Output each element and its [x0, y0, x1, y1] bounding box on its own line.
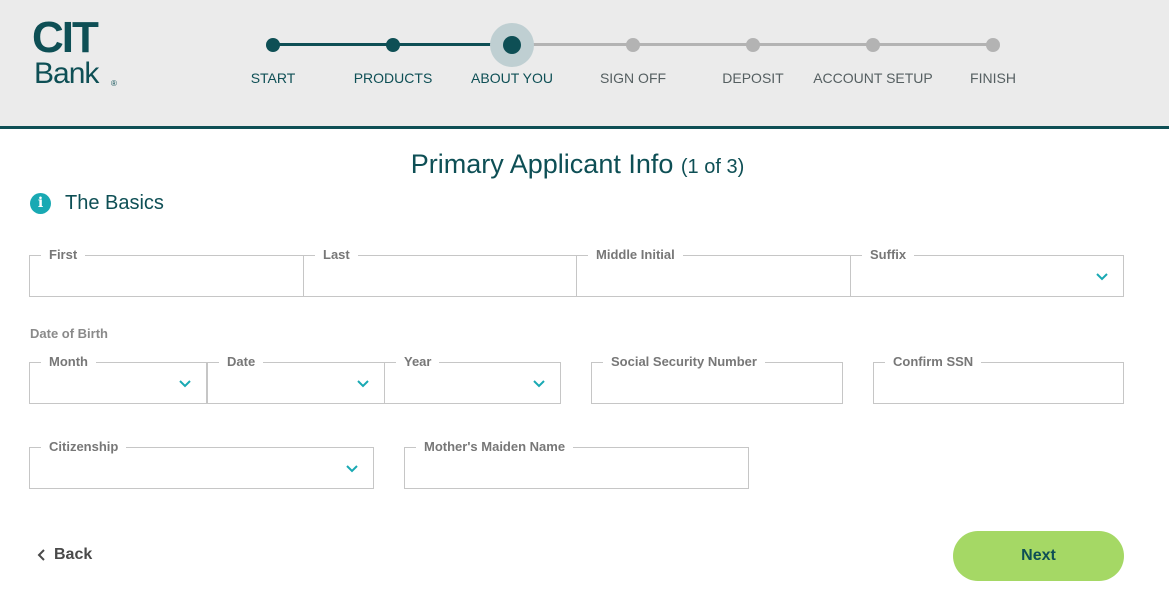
- step-dot: [746, 38, 760, 52]
- first-name-label: First: [41, 247, 86, 263]
- birth-month-select[interactable]: Month: [29, 354, 207, 404]
- step-label: START: [250, 70, 296, 86]
- middle-initial-field[interactable]: Middle Initial: [576, 247, 851, 297]
- back-button[interactable]: Back: [36, 545, 92, 565]
- step-deposit: DEPOSIT: [683, 0, 823, 100]
- step-about-you: ABOUT YOU: [442, 0, 582, 100]
- first-name-field[interactable]: First: [29, 247, 304, 297]
- mothers-maiden-name-label: Mother's Maiden Name: [416, 439, 574, 455]
- step-dot: [626, 38, 640, 52]
- chevron-down-icon[interactable]: [355, 376, 371, 392]
- middle-initial-label: Middle Initial: [588, 247, 683, 263]
- page-title: Primary Applicant Info (1 of 3): [0, 148, 1155, 183]
- step-label: DEPOSIT: [722, 70, 784, 86]
- chevron-down-icon[interactable]: [177, 376, 193, 392]
- info-icon[interactable]: i: [30, 193, 51, 214]
- date-of-birth-label: Date of Birth: [30, 326, 108, 341]
- suffix-select[interactable]: Suffix: [850, 247, 1124, 297]
- birth-date-select[interactable]: Date: [207, 354, 385, 404]
- confirm-ssn-field[interactable]: Confirm SSN: [873, 354, 1124, 404]
- chevron-left-icon: [37, 549, 45, 561]
- confirm-ssn-label: Confirm SSN: [885, 354, 982, 370]
- birth-date-label: Date: [219, 354, 264, 370]
- step-label: SIGN OFF: [599, 70, 667, 86]
- step-start: START: [203, 0, 343, 100]
- citizenship-select[interactable]: Citizenship: [29, 439, 374, 489]
- birth-year-label: Year: [396, 354, 440, 370]
- next-button[interactable]: Next: [953, 531, 1124, 581]
- chevron-down-icon[interactable]: [344, 461, 360, 477]
- step-sign-off: SIGN OFF: [563, 0, 703, 100]
- step-dot: [386, 38, 400, 52]
- section-title: The Basics: [65, 192, 164, 214]
- header-divider: [0, 126, 1169, 129]
- birth-year-select[interactable]: Year: [384, 354, 561, 404]
- last-name-label: Last: [315, 247, 358, 263]
- step-finish: FINISH: [923, 0, 1063, 100]
- step-account-setup: ACCOUNT SETUP: [803, 0, 943, 100]
- back-button-label: Back: [54, 546, 93, 563]
- progress-stepper: START PRODUCTS ABOUT YOU SIGN OFF DEPOSI…: [0, 0, 1169, 126]
- step-dot: [266, 38, 280, 52]
- chevron-down-icon[interactable]: [531, 376, 547, 392]
- page-title-step-count: (1 of 3): [680, 156, 745, 178]
- step-label: ACCOUNT SETUP: [813, 70, 933, 86]
- mothers-maiden-name-field[interactable]: Mother's Maiden Name: [404, 439, 749, 489]
- step-dot: [503, 36, 521, 54]
- chevron-down-icon[interactable]: [1094, 269, 1110, 285]
- last-name-field[interactable]: Last: [303, 247, 577, 297]
- step-label: FINISH: [970, 70, 1016, 86]
- step-dot: [986, 38, 1000, 52]
- citizenship-label: Citizenship: [41, 439, 127, 455]
- suffix-label: Suffix: [862, 247, 915, 263]
- ssn-label: Social Security Number: [603, 354, 765, 370]
- page-title-text: Primary Applicant Info: [410, 149, 674, 179]
- birth-month-label: Month: [41, 354, 96, 370]
- ssn-field[interactable]: Social Security Number: [591, 354, 843, 404]
- step-label: ABOUT YOU: [471, 70, 553, 86]
- step-dot: [866, 38, 880, 52]
